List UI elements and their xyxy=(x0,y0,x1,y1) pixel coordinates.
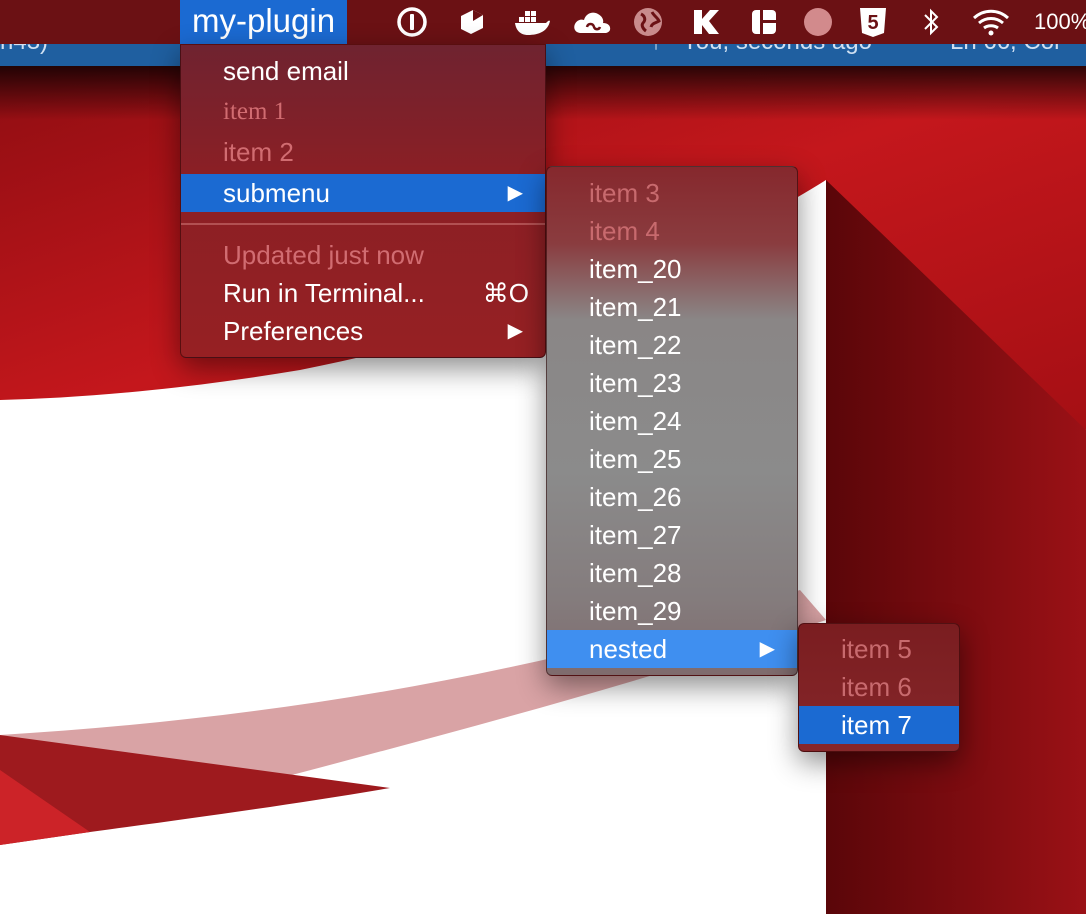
html5-shield-icon[interactable]: 5 xyxy=(856,0,890,44)
menu-item-label: item_26 xyxy=(589,482,682,512)
menu-item-label: item_25 xyxy=(589,444,682,474)
battery-percentage[interactable]: 100% xyxy=(1034,0,1086,44)
submenu-item-item-22[interactable]: item_22 xyxy=(547,326,797,364)
submenu-item-item-3: item 3 xyxy=(547,174,797,212)
menu-item-run-in-terminal[interactable]: Run in Terminal... ⌘O xyxy=(181,274,545,312)
menu-item-label: item_20 xyxy=(589,254,682,284)
nested-item-item-5: item 5 xyxy=(799,630,959,668)
submenu-arrow-icon: ▶ xyxy=(507,182,523,204)
menu-item-label: item_27 xyxy=(589,520,682,550)
menu-item-label: item 1 xyxy=(223,98,287,125)
menu-item-label: item 2 xyxy=(223,137,294,167)
menu-item-preferences[interactable]: Preferences ▶ xyxy=(181,312,545,350)
docker-icon[interactable] xyxy=(512,0,552,44)
menu-item-label: item 5 xyxy=(841,634,912,664)
plugin-menu-title[interactable]: my-plugin xyxy=(180,0,348,44)
menu-item-label: send email xyxy=(223,56,349,86)
submenu-panel: item 3 item 4 item_20 item_21 item_22 it… xyxy=(546,166,798,676)
menu-item-label: submenu xyxy=(223,178,330,208)
menu-item-label: Preferences xyxy=(223,316,364,346)
menu-item-label: item_24 xyxy=(589,406,682,436)
menu-item-label: item_29 xyxy=(589,596,682,626)
menu-item-submenu[interactable]: submenu ▶ xyxy=(181,174,545,212)
nested-item-item-6: item 6 xyxy=(799,668,959,706)
menu-item-label: item 7 xyxy=(841,710,912,740)
menu-item-label: item 3 xyxy=(589,178,660,208)
submenu-item-item-4: item 4 xyxy=(547,212,797,250)
menu-item-label: item_21 xyxy=(589,292,682,322)
menu-item-label: nested xyxy=(589,634,668,664)
submenu-item-nested[interactable]: nested ▶ xyxy=(547,630,797,668)
menu-item-label: Updated just now xyxy=(223,240,424,270)
keyboard-shortcut: ⌘O xyxy=(482,278,529,308)
nested-item-item-7[interactable]: item 7 xyxy=(799,706,959,744)
submenu-item-item-29[interactable]: item_29 xyxy=(547,592,797,630)
menu-item-label: item_23 xyxy=(589,368,682,398)
menu-item-label: Run in Terminal... xyxy=(223,278,425,308)
bluetooth-icon[interactable] xyxy=(916,0,946,44)
menu-item-label: item 6 xyxy=(841,672,912,702)
submenu-arrow-icon: ▶ xyxy=(507,320,523,342)
globe-icon[interactable] xyxy=(630,0,666,44)
submenu-arrow-icon: ▶ xyxy=(759,638,775,660)
submenu-item-item-27[interactable]: item_27 xyxy=(547,516,797,554)
svg-text:5: 5 xyxy=(867,12,878,34)
submenu-item-item-28[interactable]: item_28 xyxy=(547,554,797,592)
submenu-item-item-23[interactable]: item_23 xyxy=(547,364,797,402)
menu-item-label: item 4 xyxy=(589,216,660,246)
submenu-item-item-21[interactable]: item_21 xyxy=(547,288,797,326)
wifi-icon[interactable] xyxy=(968,0,1014,44)
menu-item-send-email[interactable]: send email xyxy=(181,52,545,90)
menu-bar: my-plugin 5 100% xyxy=(0,0,1086,44)
menu-item-label: item_28 xyxy=(589,558,682,588)
submenu-item-item-26[interactable]: item_26 xyxy=(547,478,797,516)
submenu-item-item-25[interactable]: item_25 xyxy=(547,440,797,478)
submenu-item-item-20[interactable]: item_20 xyxy=(547,250,797,288)
record-dot-icon[interactable] xyxy=(800,0,836,44)
submenu-item-item-24[interactable]: item_24 xyxy=(547,402,797,440)
menu-item-updated-status: Updated just now xyxy=(181,236,545,274)
dropbox-box-icon[interactable] xyxy=(454,0,490,44)
menu-separator xyxy=(181,223,545,225)
menu-item-item-2: item 2 xyxy=(181,133,545,171)
nested-menu-panel: item 5 item 6 item 7 xyxy=(798,623,960,752)
k-app-icon[interactable] xyxy=(688,0,724,44)
plugin-dropdown-menu: send email item 1 item 2 submenu ▶ Updat… xyxy=(180,44,546,358)
layout-app-icon[interactable] xyxy=(746,0,782,44)
1password-icon[interactable] xyxy=(394,0,430,44)
menu-item-item-1: item 1 xyxy=(181,93,545,131)
creative-cloud-icon[interactable] xyxy=(570,0,614,44)
menu-item-label: item_22 xyxy=(589,330,682,360)
